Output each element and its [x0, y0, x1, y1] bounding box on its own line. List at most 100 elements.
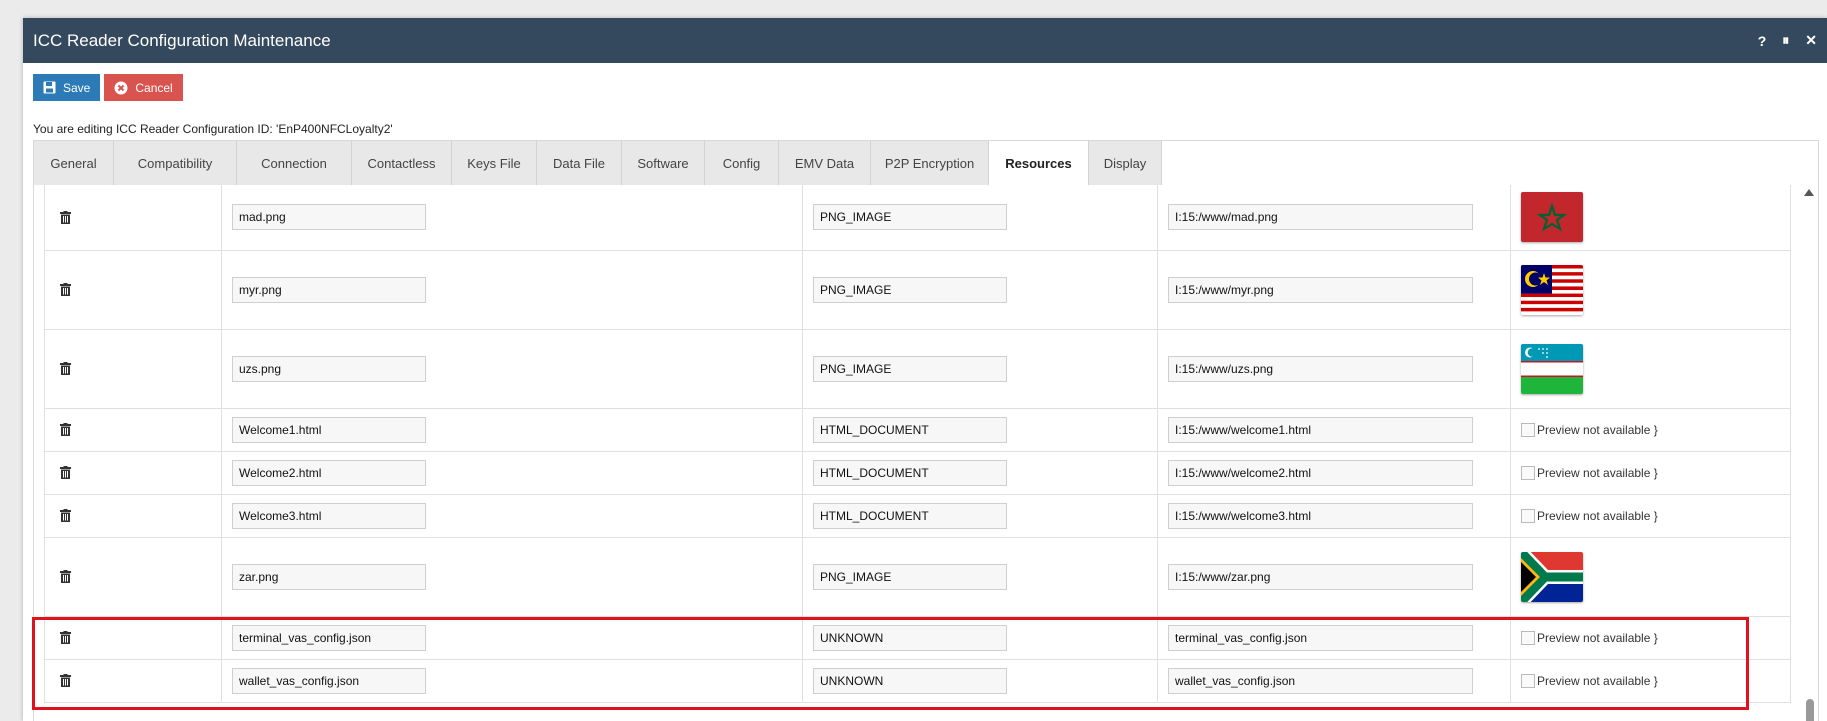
tab-data-file[interactable]: Data File — [537, 141, 622, 185]
resource-type-field[interactable]: PNG_IMAGE — [813, 204, 1007, 231]
preview-unavailable-text: Preview not available } — [1537, 673, 1658, 688]
resource-name-field[interactable]: myr.png — [232, 276, 426, 303]
trash-icon[interactable] — [60, 283, 211, 296]
broken-image-icon — [1521, 673, 1535, 688]
preview-cell: Preview not available } — [1510, 408, 1791, 452]
preview-cell — [1510, 185, 1791, 251]
resource-type-field[interactable]: PNG_IMAGE — [813, 355, 1007, 382]
preview-unavailable-text: Preview not available } — [1537, 422, 1658, 437]
resource-name-cell: zar.png — [221, 537, 803, 617]
resource-path-field[interactable]: wallet_vas_config.json — [1168, 667, 1473, 694]
resource-path-cell: terminal_vas_config.json — [1157, 616, 1511, 660]
preview-unavailable-text: Preview not available } — [1537, 465, 1658, 480]
delete-cell — [44, 616, 222, 660]
floppy-disk-icon — [43, 81, 56, 94]
table-row: mad.png PNG_IMAGE I:15:/www/mad.png — [44, 185, 1791, 251]
tab-compatibility[interactable]: Compatibility — [114, 141, 237, 185]
scroll-up-arrow-icon[interactable] — [1804, 189, 1814, 196]
trash-icon[interactable] — [60, 466, 211, 479]
resource-type-cell: PNG_IMAGE — [802, 537, 1158, 617]
scrollbar-thumb[interactable] — [1806, 699, 1814, 721]
tab-keys-file[interactable]: Keys File — [452, 141, 537, 185]
flag-malaysia-image — [1521, 264, 1780, 315]
preview-unavailable: Preview not available } — [1521, 508, 1780, 523]
tab-resources[interactable]: Resources — [989, 141, 1089, 185]
resource-path-field[interactable]: I:15:/www/zar.png — [1168, 563, 1473, 590]
tab-software[interactable]: Software — [622, 141, 705, 185]
resource-path-field[interactable]: I:15:/www/myr.png — [1168, 276, 1473, 303]
resource-path-field[interactable]: I:15:/www/welcome3.html — [1168, 502, 1473, 529]
broken-image-icon — [1521, 422, 1535, 437]
resource-name-cell: myr.png — [221, 250, 803, 330]
resource-name-cell: wallet_vas_config.json — [221, 659, 803, 703]
preview-cell — [1510, 329, 1791, 409]
cancel-button-label: Cancel — [135, 80, 173, 95]
broken-image-icon — [1521, 465, 1535, 480]
trash-icon[interactable] — [60, 674, 211, 687]
resource-type-field[interactable]: HTML_DOCUMENT — [813, 502, 1007, 529]
tab-connection[interactable]: Connection — [237, 141, 352, 185]
resource-type-field[interactable]: PNG_IMAGE — [813, 276, 1007, 303]
resources-table: mad.png PNG_IMAGE I:15:/www/mad.png myr.png… — [44, 185, 1791, 703]
trash-icon[interactable] — [60, 362, 211, 375]
resource-name-field[interactable]: terminal_vas_config.json — [232, 624, 426, 651]
tab-display[interactable]: Display — [1089, 141, 1162, 185]
trash-icon[interactable] — [60, 509, 211, 522]
resource-type-field[interactable]: UNKNOWN — [813, 667, 1007, 694]
table-row: wallet_vas_config.json UNKNOWN wallet_vas_… — [44, 659, 1791, 703]
save-button-label: Save — [63, 80, 91, 95]
resource-type-field[interactable]: UNKNOWN — [813, 624, 1007, 651]
edit-message: You are editing ICC Reader Configuration… — [33, 122, 393, 136]
preview-unavailable: Preview not available } — [1521, 422, 1780, 437]
tab-p2p-encryption[interactable]: P2P Encryption — [871, 141, 989, 185]
trash-icon[interactable] — [60, 570, 211, 583]
resource-name-field[interactable]: uzs.png — [232, 355, 426, 382]
tab-config[interactable]: Config — [705, 141, 779, 185]
tab-panel: General Compatibility Connection Contactles… — [33, 140, 1819, 721]
resource-path-cell: I:15:/www/welcome3.html — [1157, 494, 1511, 538]
close-icon[interactable]: ✕ — [1805, 32, 1817, 49]
resource-name-cell: Welcome3.html — [221, 494, 803, 538]
cancel-circle-icon — [114, 81, 128, 95]
resource-name-field[interactable]: zar.png — [232, 563, 426, 590]
cancel-button[interactable]: Cancel — [104, 74, 183, 101]
tab-bar: General Compatibility Connection Contactles… — [34, 141, 1818, 185]
trash-icon[interactable] — [60, 631, 211, 644]
resource-name-field[interactable]: wallet_vas_config.json — [232, 667, 426, 694]
save-button[interactable]: Save — [33, 74, 101, 101]
resource-type-field[interactable]: HTML_DOCUMENT — [813, 416, 1007, 443]
vertical-scrollbar[interactable] — [1802, 185, 1816, 721]
resource-path-cell: I:15:/www/welcome1.html — [1157, 408, 1511, 452]
resource-name-cell: uzs.png — [221, 329, 803, 409]
resource-type-field[interactable]: PNG_IMAGE — [813, 563, 1007, 590]
preview-cell: Preview not available } — [1510, 616, 1791, 660]
tab-emv-data[interactable]: EMV Data — [779, 141, 871, 185]
delete-cell — [44, 451, 222, 495]
resource-name-cell: Welcome2.html — [221, 451, 803, 495]
delete-cell — [44, 659, 222, 703]
trash-icon[interactable] — [60, 210, 211, 224]
table-row: uzs.png PNG_IMAGE I:15:/www/uzs.png — [44, 329, 1791, 409]
resource-path-field[interactable]: terminal_vas_config.json — [1168, 624, 1473, 651]
tab-contactless[interactable]: Contactless — [352, 141, 452, 185]
help-icon[interactable]: ? — [1758, 33, 1767, 49]
resource-name-field[interactable]: Welcome3.html — [232, 502, 426, 529]
resource-path-cell: I:15:/www/welcome2.html — [1157, 451, 1511, 495]
resource-path-field[interactable]: I:15:/www/mad.png — [1168, 204, 1473, 231]
preview-cell: Preview not available } — [1510, 451, 1791, 495]
resource-name-field[interactable]: Welcome1.html — [232, 416, 426, 443]
resource-name-field[interactable]: Welcome2.html — [232, 459, 426, 486]
tab-general[interactable]: General — [34, 141, 114, 185]
resource-path-field[interactable]: I:15:/www/uzs.png — [1168, 355, 1473, 382]
trash-icon[interactable] — [60, 423, 211, 436]
flag-uzbekistan-image — [1521, 343, 1780, 394]
broken-image-icon — [1521, 508, 1535, 523]
resource-type-field[interactable]: HTML_DOCUMENT — [813, 459, 1007, 486]
resource-path-field[interactable]: I:15:/www/welcome1.html — [1168, 416, 1473, 443]
broken-image-icon — [1521, 630, 1535, 645]
resource-path-field[interactable]: I:15:/www/welcome2.html — [1168, 459, 1473, 486]
resource-name-field[interactable]: mad.png — [232, 204, 426, 231]
preview-unavailable: Preview not available } — [1521, 673, 1780, 688]
dialog-window: ICC Reader Configuration Maintenance ? ⏸… — [23, 18, 1827, 721]
pause-icon[interactable]: ⏸ — [1782, 32, 1789, 49]
